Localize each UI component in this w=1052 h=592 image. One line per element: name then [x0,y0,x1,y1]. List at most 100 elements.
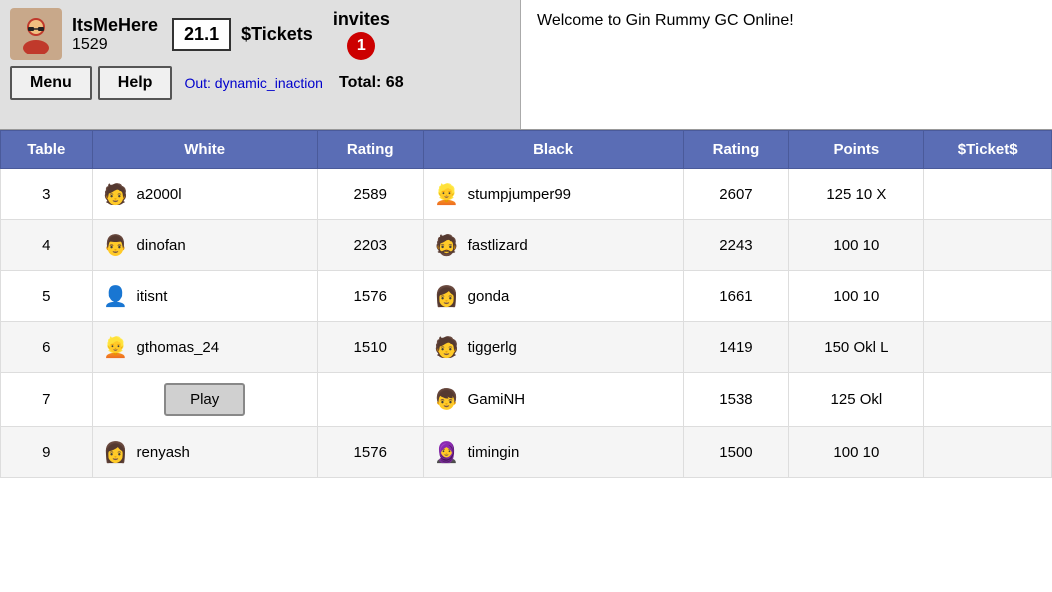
cell-points: 100 10 [789,427,924,478]
black-name: gonda [468,288,510,305]
menu-button[interactable]: Menu [10,66,92,100]
cell-black-player: 🧑 tiggerlg [423,322,683,373]
table-row: 4 👨 dinofan 2203 🧔 fastlizard 2243100 10 [1,220,1052,271]
table-row: 6 👱 gthomas_24 1510 🧑 tiggerlg 1419150 Okl L [1,322,1052,373]
black-avatar: 🧔 [432,230,462,260]
header-top-row: ItsMeHere 1529 21.1 $Tickets invites 1 [10,8,510,60]
cell-tickets [924,322,1052,373]
invites-container: invites 1 [333,9,390,60]
cell-white-player: 👨 dinofan [92,220,317,271]
status-text: Out: dynamic_inaction [184,75,323,91]
black-name: GamiNH [468,391,526,408]
invites-badge[interactable]: 1 [347,32,375,60]
cell-black-player: 🧕 timingin [423,427,683,478]
game-table: Table White Rating Black Rating Points $… [0,130,1052,478]
cell-white-rating: 1510 [317,322,423,373]
table-body: 3🧑a2000l2589👱stumpjumper992607125 10 X4👨… [1,169,1052,478]
help-button[interactable]: Help [98,66,173,100]
cell-points: 125 10 X [789,169,924,220]
cell-white-player[interactable]: Play [92,373,317,427]
col-points: Points [789,131,924,169]
cell-white-rating: 2589 [317,169,423,220]
white-avatar: 👨 [101,230,131,260]
play-button[interactable]: Play [164,383,245,416]
white-name: renyash [137,444,190,461]
cell-table-num: 6 [1,322,93,373]
cell-points: 100 10 [789,220,924,271]
black-name: fastlizard [468,237,528,254]
cell-white-player: 👱 gthomas_24 [92,322,317,373]
white-name: itisnt [137,288,168,305]
cell-tickets [924,373,1052,427]
header-buttons-row: Menu Help Out: dynamic_inaction Total: 6… [10,66,510,100]
col-tickets: $Ticket$ [924,131,1052,169]
cell-points: 100 10 [789,271,924,322]
cell-table-num: 4 [1,220,93,271]
tickets-value: 21.1 [184,24,219,44]
white-avatar: 👩 [101,437,131,467]
table-header: Table White Rating Black Rating Points $… [1,131,1052,169]
user-info: ItsMeHere 1529 [72,15,158,54]
col-rating-black: Rating [683,131,789,169]
total-text: Total: 68 [339,74,404,92]
cell-black-rating: 1419 [683,322,789,373]
cell-black-player: 👱 stumpjumper99 [423,169,683,220]
cell-white-player: 👤 itisnt [92,271,317,322]
black-avatar: 👱 [432,179,462,209]
black-avatar: 🧑 [432,332,462,362]
cell-black-player: 👩 gonda [423,271,683,322]
table-row: 5 👤 itisnt 1576 👩 gonda 1661100 10 [1,271,1052,322]
cell-tickets [924,427,1052,478]
cell-points: 125 Okl [789,373,924,427]
header-left: ItsMeHere 1529 21.1 $Tickets invites 1 M… [0,0,520,129]
white-name: a2000l [137,186,182,203]
cell-points: 150 Okl L [789,322,924,373]
black-avatar: 👦 [432,385,462,415]
black-name: stumpjumper99 [468,186,571,203]
white-avatar: 👱 [101,332,131,362]
cell-table-num: 3 [1,169,93,220]
welcome-text: Welcome to Gin Rummy GC Online! [537,12,794,30]
black-avatar: 👩 [432,281,462,311]
cell-tickets [924,169,1052,220]
col-rating-white: Rating [317,131,423,169]
cell-black-rating: 1500 [683,427,789,478]
tickets-label: $Tickets [241,24,313,45]
black-name: tiggerlg [468,339,517,356]
user-rating-label: 1529 [72,36,158,54]
white-name: dinofan [137,237,186,254]
cell-black-rating: 2243 [683,220,789,271]
cell-black-rating: 1661 [683,271,789,322]
cell-white-rating: 1576 [317,427,423,478]
cell-table-num: 7 [1,373,93,427]
invites-count: 1 [357,37,366,55]
table-row: 7Play👦GamiNH1538125 Okl [1,373,1052,427]
cell-table-num: 9 [1,427,93,478]
cell-white-rating [317,373,423,427]
header: ItsMeHere 1529 21.1 $Tickets invites 1 M… [0,0,1052,130]
white-avatar: 👤 [101,281,131,311]
cell-tickets [924,271,1052,322]
table-row: 3 🧑 a2000l 2589 👱 stumpjumper99 2607125 10 X [1,169,1052,220]
welcome-panel: Welcome to Gin Rummy GC Online! [520,0,1052,129]
black-name: timingin [468,444,520,461]
cell-table-num: 5 [1,271,93,322]
cell-black-rating: 2607 [683,169,789,220]
table-header-row: Table White Rating Black Rating Points $… [1,131,1052,169]
col-white: White [92,131,317,169]
cell-white-player: 👩 renyash [92,427,317,478]
tickets-box: 21.1 [172,18,231,51]
col-black: Black [423,131,683,169]
black-avatar: 🧕 [432,437,462,467]
white-avatar: 🧑 [101,179,131,209]
cell-white-rating: 2203 [317,220,423,271]
user-avatar [10,8,62,60]
invites-label: invites [333,9,390,30]
col-table: Table [1,131,93,169]
cell-tickets [924,220,1052,271]
white-name: gthomas_24 [137,339,220,356]
username-label: ItsMeHere [72,15,158,36]
cell-black-player: 👦 GamiNH [423,373,683,427]
table-row: 9 👩 renyash 1576 🧕 timingin 1500100 10 [1,427,1052,478]
cell-white-rating: 1576 [317,271,423,322]
